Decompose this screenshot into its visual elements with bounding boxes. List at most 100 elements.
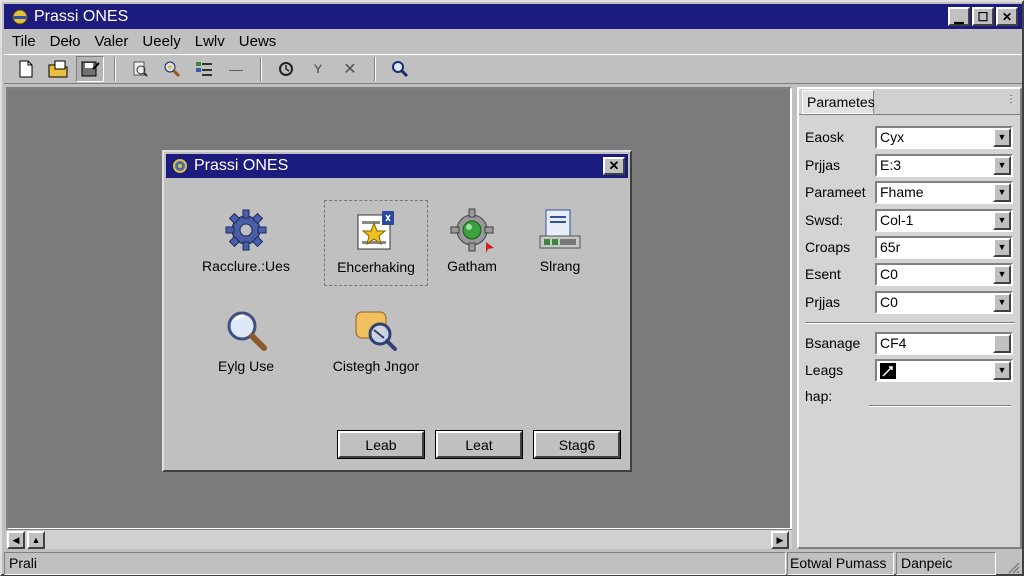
tab-parameters[interactable]: Parametes [802,90,875,114]
toolbar-separator [114,57,116,81]
chevron-down-icon[interactable]: ▼ [993,210,1011,230]
window-title: Prassi ONES [34,7,129,25]
menu-item-file[interactable]: Tile [12,33,36,50]
launcher-item[interactable]: Slrang [508,200,612,286]
toolbar: — ʏ ✕ [4,54,1022,84]
x-icon: ✕ [343,61,357,78]
spin-button[interactable] [993,333,1011,353]
resize-grip-icon[interactable] [1006,560,1020,574]
param-dropdown[interactable]: Col-1 ▼ [875,208,1013,232]
save-button[interactable] [76,56,104,82]
minus-icon: — [229,61,243,77]
close-icon: ✕ [608,158,620,173]
param-label: Leags [805,362,844,378]
item-label: Racclure.:Ues [202,258,290,274]
chevron-down-icon[interactable]: ▼ [993,360,1011,380]
refresh-button[interactable] [272,56,300,82]
chevron-down-icon[interactable]: ▼ [993,292,1011,312]
minimize-icon: ▁ [954,9,964,24]
param-row: Esent C0 ▼ [805,262,1017,286]
main-window: Prassi ONES ▁ ☐ ✕ Tile Deło Valer Ueely … [0,0,1024,576]
minimize-button[interactable]: ▁ [948,7,970,26]
param-label: Esent [805,266,841,282]
launcher-item[interactable]: Cistegh Jngor [324,300,428,386]
chevron-down-icon[interactable]: ▼ [993,127,1011,147]
open-button[interactable] [44,56,72,82]
param-value: 65r [880,239,901,255]
green-gear-icon [450,208,494,253]
param-label: Swsd: [805,212,844,228]
new-file-button[interactable] [12,56,40,82]
maximize-button[interactable]: ☐ [972,7,994,26]
menu-item-tools[interactable]: Lwlv [195,33,225,50]
arrow-up-icon: ▲ [31,535,41,545]
param-value: E:3 [880,157,902,173]
find-button[interactable] [158,56,186,82]
panel-tabbar: Parametes ⋮ [799,89,1020,115]
status-info: Danpeic [896,552,996,575]
close-button[interactable]: ✕ [996,7,1018,26]
scroll-up-button[interactable]: ▲ [27,531,45,549]
param-label: Bsanage [805,335,861,351]
param-dropdown[interactable]: 65r ▼ [875,235,1013,259]
scroll-left-button[interactable]: ◀ [7,531,25,549]
parameters-panel: Parametes ⋮ Eaosk Cyx ▼ Prjjas E:3 ▼ Param… [797,87,1022,549]
chevron-down-icon[interactable]: ▼ [993,155,1011,175]
menu-item-view[interactable]: Ueely [142,33,180,50]
chevron-down-icon[interactable]: ▼ [993,237,1011,257]
param-dropdown[interactable]: E:3 ▼ [875,153,1013,177]
param-row: Leags ▼ [805,358,1017,382]
app-icon [12,9,28,24]
dialog-title: Prassi ONES [194,157,289,174]
search-icon [392,61,409,78]
dialog-button-3[interactable]: Stag6 [533,430,621,459]
param-dropdown[interactable]: Cyx ▼ [875,125,1013,149]
toolbar-separator [260,57,262,81]
param-dropdown[interactable]: C0 ▼ [875,290,1013,314]
gear-icon [225,209,267,251]
param-label: Prjjas [805,157,841,173]
dialog-button-2[interactable]: Leat [435,430,523,459]
dialog-close-button[interactable]: ✕ [603,157,625,175]
menu-item-edit[interactable]: Deło [50,33,81,50]
param-input[interactable]: CF4 [875,331,1013,355]
dialog-button-1[interactable]: Leab [337,430,425,459]
launcher-dialog: Prassi ONES ✕ Racclure.:Ues Ehcerhaking … [162,150,632,472]
list-button[interactable] [190,56,218,82]
param-value: C0 [880,266,898,282]
zoom-page-icon [133,61,148,77]
param-row: Bsanage CF4 [805,331,1017,355]
param-value: C0 [880,294,898,310]
param-value [877,361,993,379]
search-button[interactable] [386,56,414,82]
pin-icon[interactable]: ⋮ [1006,94,1016,105]
menu-item-value[interactable]: Valer [94,33,128,50]
status-text: Prali [4,552,786,575]
cancel-button[interactable]: ✕ [336,56,364,82]
item-label: Ehcerhaking [337,259,415,275]
horizontal-scrollbar[interactable]: ◀ ▲ ▶ [6,529,792,549]
param-row: Swsd: Col-1 ▼ [805,208,1017,232]
launcher-item[interactable]: Ehcerhaking [324,200,428,286]
scroll-right-button[interactable]: ▶ [771,531,789,549]
minus-button[interactable]: — [222,56,250,82]
dialog-title-bar[interactable]: Prassi ONES ✕ [166,154,628,178]
title-bar[interactable]: Prassi ONES ▁ ☐ ✕ [4,4,1022,29]
list-icon [196,62,212,76]
refresh-icon [279,62,293,76]
launcher-item[interactable]: Racclure.:Ues [194,200,298,286]
item-label: Eylg Use [217,358,275,374]
zoom-page-button[interactable] [126,56,154,82]
param-dropdown[interactable]: ▼ [875,358,1013,382]
search-folder-icon [355,311,397,351]
chevron-down-icon[interactable]: ▼ [993,264,1011,284]
menu-item-views[interactable]: Uews [239,33,277,50]
chevron-down-icon[interactable]: ▼ [993,182,1011,202]
status-bar: Prali Eotwal Pumass Danpeic [4,552,1022,576]
launcher-item[interactable]: Eylg Use [194,300,298,386]
param-dropdown[interactable]: Fhame ▼ [875,180,1013,204]
param-label: hap: [805,388,833,404]
param-value: Fhame [880,184,924,200]
check-button[interactable]: ʏ [304,56,332,82]
param-dropdown[interactable]: C0 ▼ [875,262,1013,286]
